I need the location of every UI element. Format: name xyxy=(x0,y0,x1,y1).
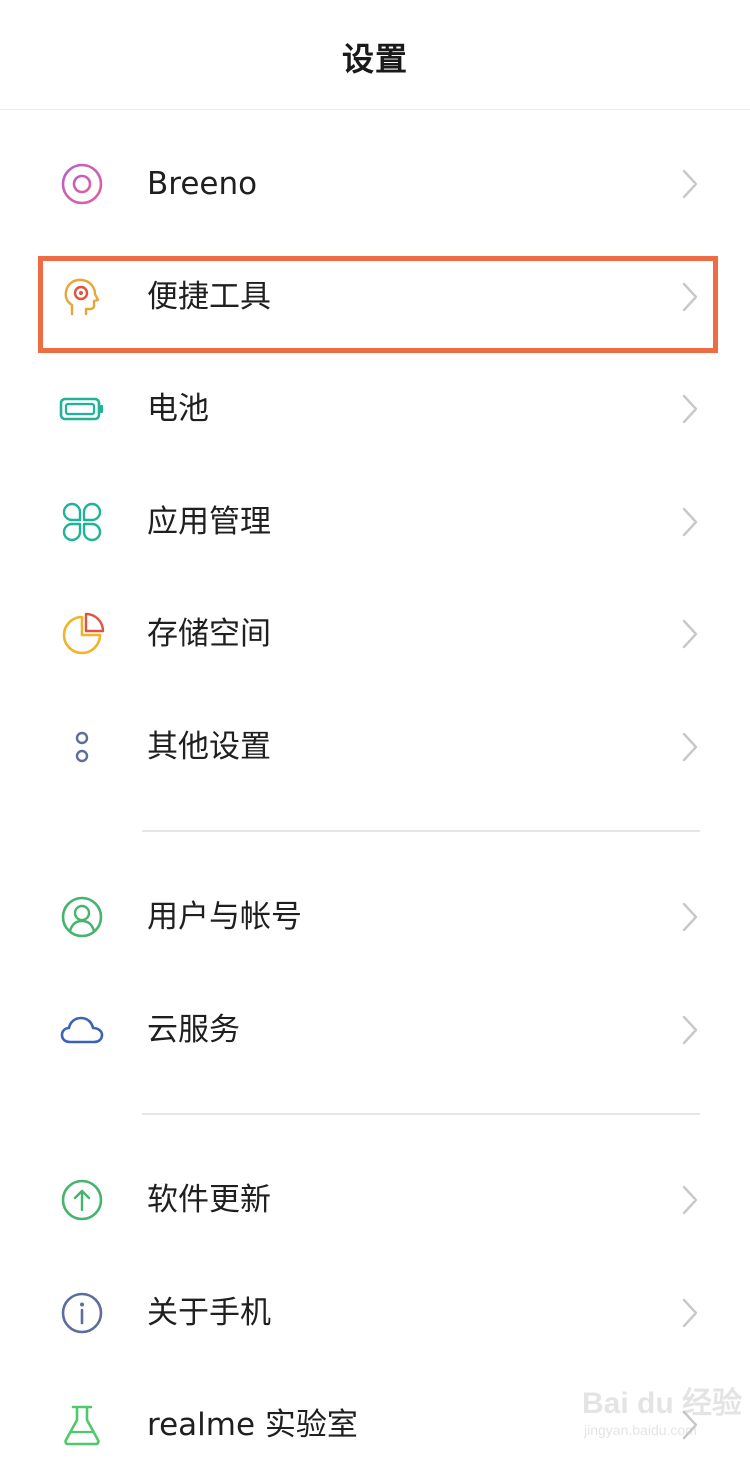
settings-item-label: 云服务 xyxy=(147,1012,240,1048)
other-settings-icon xyxy=(58,723,106,771)
settings-item-label: 电池 xyxy=(147,391,209,427)
settings-item-cloud-service[interactable]: 云服务 xyxy=(0,974,750,1086)
settings-item-storage[interactable]: 存储空间 xyxy=(0,578,750,690)
chevron-right-icon xyxy=(678,616,702,652)
watermark-logo: Bai du 经验 xyxy=(582,1387,743,1420)
settings-item-breeno[interactable]: Breeno xyxy=(0,128,750,240)
software-update-icon xyxy=(58,1176,106,1224)
about-phone-icon xyxy=(58,1289,106,1337)
settings-item-label: 软件更新 xyxy=(147,1182,271,1218)
chevron-right-icon xyxy=(678,391,702,427)
top-bar: 设置 xyxy=(0,0,750,110)
settings-item-label: 其他设置 xyxy=(147,729,271,765)
storage-icon xyxy=(58,610,106,658)
settings-item-about-phone[interactable]: 关于手机 xyxy=(0,1257,750,1369)
chevron-right-icon xyxy=(678,166,702,202)
chevron-right-icon xyxy=(678,504,702,540)
settings-item-app-management[interactable]: 应用管理 xyxy=(0,466,750,578)
chevron-right-icon xyxy=(678,899,702,935)
battery-icon xyxy=(58,385,106,433)
page-title: 设置 xyxy=(341,40,408,78)
settings-item-other-settings[interactable]: 其他设置 xyxy=(0,691,750,803)
chevron-right-icon xyxy=(678,729,702,765)
settings-item-label: 应用管理 xyxy=(147,504,271,540)
lab-flask-icon xyxy=(58,1401,106,1449)
breeno-icon xyxy=(58,160,106,208)
settings-item-label: 用户与帐号 xyxy=(147,899,302,935)
settings-item-convenience-tools[interactable]: 便捷工具 xyxy=(0,241,750,353)
settings-item-user-account[interactable]: 用户与帐号 xyxy=(0,861,750,973)
settings-item-label: 便捷工具 xyxy=(147,279,271,315)
settings-item-label: 关于手机 xyxy=(147,1295,271,1331)
watermark-url: jingyan.baidu.com xyxy=(584,1422,697,1438)
section-divider xyxy=(142,830,700,832)
settings-item-label: 存储空间 xyxy=(147,616,271,652)
section-divider xyxy=(142,1113,700,1115)
settings-item-label: Breeno xyxy=(147,166,258,202)
convenience-tools-icon xyxy=(58,273,106,321)
chevron-right-icon xyxy=(678,1295,702,1331)
chevron-right-icon xyxy=(678,1182,702,1218)
chevron-right-icon xyxy=(678,279,702,315)
chevron-right-icon xyxy=(678,1012,702,1048)
settings-item-label: realme 实验室 xyxy=(147,1407,358,1443)
cloud-icon xyxy=(58,1006,106,1054)
watermark: Bai du 经验 jingyan.baidu.com xyxy=(582,1378,742,1450)
settings-item-software-update[interactable]: 软件更新 xyxy=(0,1144,750,1256)
settings-item-battery[interactable]: 电池 xyxy=(0,353,750,465)
app-management-icon xyxy=(58,498,106,546)
user-account-icon xyxy=(58,893,106,941)
